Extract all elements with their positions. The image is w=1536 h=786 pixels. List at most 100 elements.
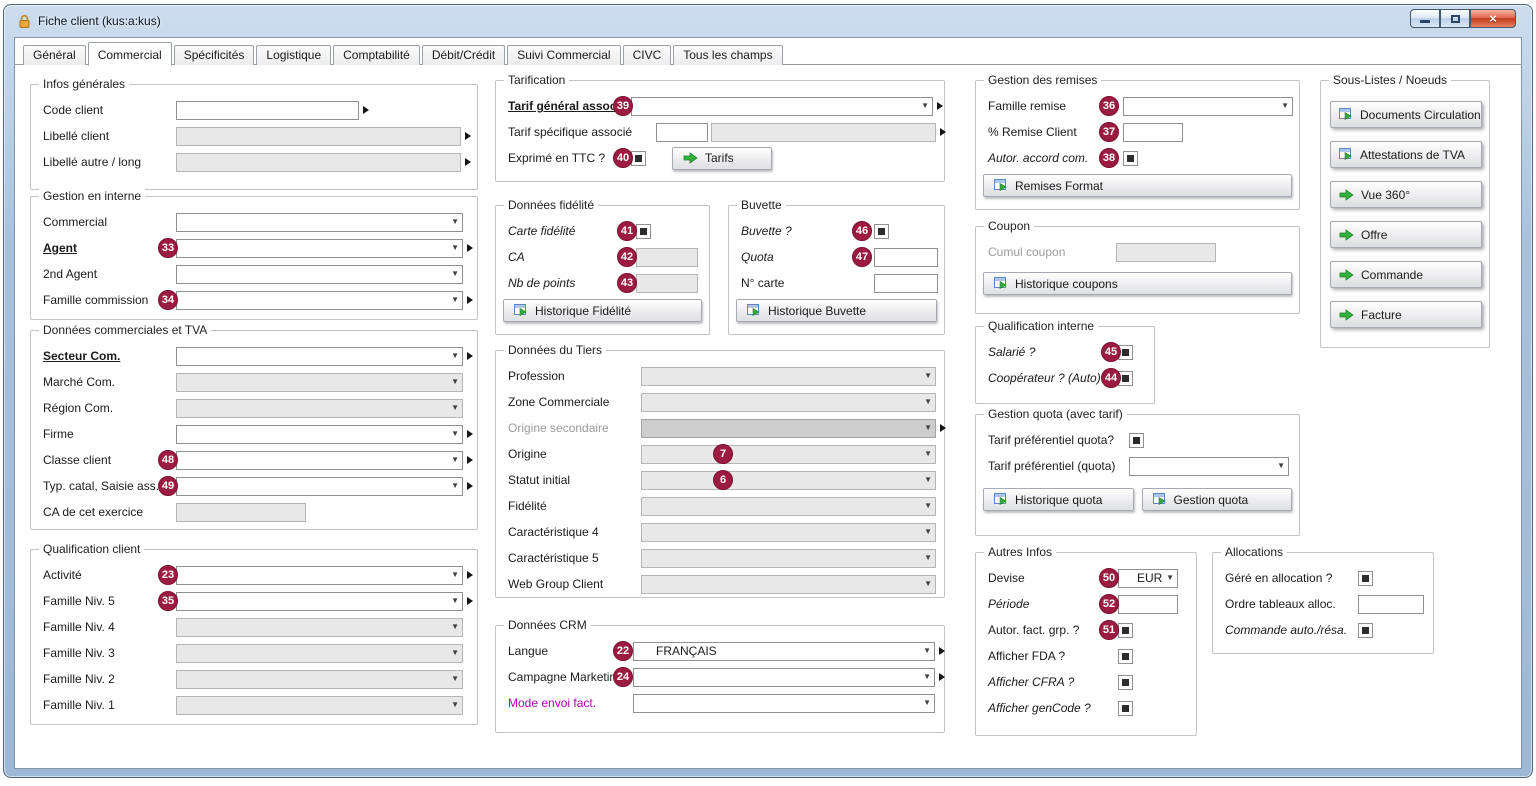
vue-360-button[interactable]: Vue 360° (1330, 181, 1482, 208)
dropdown-arrow-icon: ▼ (1166, 574, 1174, 582)
quota-input[interactable] (874, 248, 938, 267)
field-row: Quota 47 (729, 244, 944, 270)
afficher-cfra-checkbox[interactable] (1118, 675, 1133, 690)
historique-quota-button[interactable]: Historique quota (983, 488, 1134, 511)
field-link-arrow-icon[interactable] (467, 571, 473, 579)
commande-button[interactable]: Commande (1330, 261, 1482, 288)
tab-commercial[interactable]: Commercial (88, 42, 172, 66)
tab-comptabilite[interactable]: Comptabilité (333, 45, 420, 65)
famille-remise-select[interactable]: ▼ (1123, 97, 1293, 116)
callout-badge: 51 (1099, 620, 1119, 640)
group-title: Gestion en interne (39, 189, 145, 203)
field-link-arrow-icon[interactable] (465, 132, 471, 140)
activite-select[interactable]: ▼ (176, 566, 463, 585)
grid-window-icon (1339, 148, 1353, 161)
historique-fidelite-button[interactable]: Historique Fidélité (503, 299, 702, 322)
documents-circulation-button[interactable]: Documents Circulation (1330, 101, 1482, 128)
tarif-general-select[interactable]: ▼ (631, 97, 933, 116)
field-label: Libellé client (43, 129, 176, 143)
ordre-tableaux-alloc-input[interactable] (1358, 595, 1424, 614)
group-title: Tarification (504, 73, 569, 87)
typ-catal-select[interactable]: ▼ (176, 477, 463, 496)
field-link-arrow-icon[interactable] (467, 482, 473, 490)
tab-general[interactable]: Général (23, 45, 86, 65)
callout-badge: 36 (1099, 96, 1119, 116)
statut-initial-select: ▼ (641, 471, 936, 490)
tarif-preferentiel-quota-checkbox[interactable] (1129, 433, 1144, 448)
field-link-arrow-icon[interactable] (467, 244, 473, 252)
field-link-arrow-icon[interactable] (467, 296, 473, 304)
remises-format-button[interactable]: Remises Format (983, 174, 1292, 197)
classe-client-select[interactable]: ▼ (176, 451, 463, 470)
autor-fact-grp-checkbox[interactable] (1118, 623, 1133, 638)
field-row: Famille Niv. 3 ▼ (31, 640, 477, 666)
tab-specificites[interactable]: Spécificités (174, 45, 255, 65)
historique-coupons-button[interactable]: Historique coupons (983, 272, 1292, 295)
tab-suivi-commercial[interactable]: Suivi Commercial (507, 45, 620, 65)
maximize-button[interactable] (1440, 9, 1470, 28)
historique-buvette-button[interactable]: Historique Buvette (736, 299, 937, 322)
periode-input[interactable] (1118, 595, 1178, 614)
gestion-quota-button[interactable]: Gestion quota (1142, 488, 1293, 511)
field-link-arrow-icon[interactable] (467, 352, 473, 360)
minimize-button[interactable] (1410, 9, 1440, 28)
famille-commission-select[interactable]: ▼ (176, 291, 463, 310)
attestations-tva-button[interactable]: Attestations de TVA (1330, 141, 1482, 168)
minimize-icon (1420, 20, 1430, 23)
tarif-preferentiel-quota-select[interactable]: ▼ (1129, 457, 1289, 476)
tarif-specifique-code-input[interactable] (656, 123, 708, 142)
tab-logistique[interactable]: Logistique (256, 45, 331, 65)
firme-select[interactable]: ▼ (176, 425, 463, 444)
carte-fidelite-checkbox[interactable] (636, 224, 651, 239)
famille-niv5-select[interactable]: ▼ (176, 592, 463, 611)
campagne-marketing-select[interactable]: ▼ (633, 668, 935, 687)
field-link-arrow-icon[interactable] (939, 673, 945, 681)
gere-en-allocation-checkbox[interactable] (1358, 571, 1373, 586)
autor-accord-com-checkbox[interactable] (1123, 151, 1138, 166)
secteur-com-select[interactable]: ▼ (176, 347, 463, 366)
group-title: Sous-Listes / Noeuds (1329, 73, 1451, 87)
group-donnees-crm: Données CRM Langue 22 FRANÇAIS▼ Campagne… (495, 625, 945, 733)
field-row: Classe client 48 ▼ (31, 447, 477, 473)
agent-select[interactable]: ▼ (176, 239, 463, 258)
dropdown-arrow-icon: ▼ (924, 372, 932, 380)
field-link-arrow-icon[interactable] (467, 597, 473, 605)
field-link-arrow-icon[interactable] (940, 128, 946, 136)
field-link-arrow-icon[interactable] (939, 647, 945, 655)
field-link-arrow-icon[interactable] (467, 430, 473, 438)
close-button[interactable]: × (1470, 9, 1516, 28)
langue-select[interactable]: FRANÇAIS▼ (633, 642, 935, 661)
mode-envoi-fact-select[interactable]: ▼ (633, 694, 935, 713)
field-link-arrow-icon[interactable] (467, 456, 473, 464)
field-label: Fidélité (508, 499, 641, 513)
field-row: Origine 7 ▼ (496, 441, 944, 467)
field-row: Code client (31, 97, 477, 123)
buvette-checkbox[interactable] (874, 224, 889, 239)
tab-civc[interactable]: CIVC (623, 45, 672, 65)
tab-debit-credit[interactable]: Débit/Crédit (422, 45, 505, 65)
field-link-arrow-icon[interactable] (937, 102, 943, 110)
second-agent-select[interactable]: ▼ (176, 265, 463, 284)
offre-button[interactable]: Offre (1330, 221, 1482, 248)
field-row: Mode envoi fact. ▼ (496, 690, 944, 716)
afficher-fda-checkbox[interactable] (1118, 649, 1133, 664)
facture-button[interactable]: Facture (1330, 301, 1482, 328)
tarifs-button[interactable]: Tarifs (672, 147, 772, 170)
commercial-select[interactable]: ▼ (176, 213, 463, 232)
afficher-gencode-checkbox[interactable] (1118, 701, 1133, 716)
dropdown-arrow-icon: ▼ (451, 571, 459, 579)
tab-tous-les-champs[interactable]: Tous les champs (673, 45, 782, 65)
ttc-checkbox[interactable] (631, 151, 646, 166)
field-row: N° carte (729, 270, 944, 296)
title-bar: Fiche client (kus:a:kus) (18, 10, 161, 32)
code-client-input[interactable] (176, 101, 359, 120)
field-link-arrow-icon[interactable] (465, 158, 471, 166)
callout-badge: 43 (617, 273, 637, 293)
commande-auto-resa-checkbox[interactable] (1358, 623, 1373, 638)
devise-select[interactable]: EUR▼ (1118, 569, 1178, 588)
field-link-arrow-icon[interactable] (363, 106, 369, 114)
pct-remise-client-input[interactable] (1123, 123, 1183, 142)
field-link-arrow-icon[interactable] (940, 424, 946, 432)
n-carte-input[interactable] (874, 274, 938, 293)
button-label: Gestion quota (1174, 493, 1249, 507)
